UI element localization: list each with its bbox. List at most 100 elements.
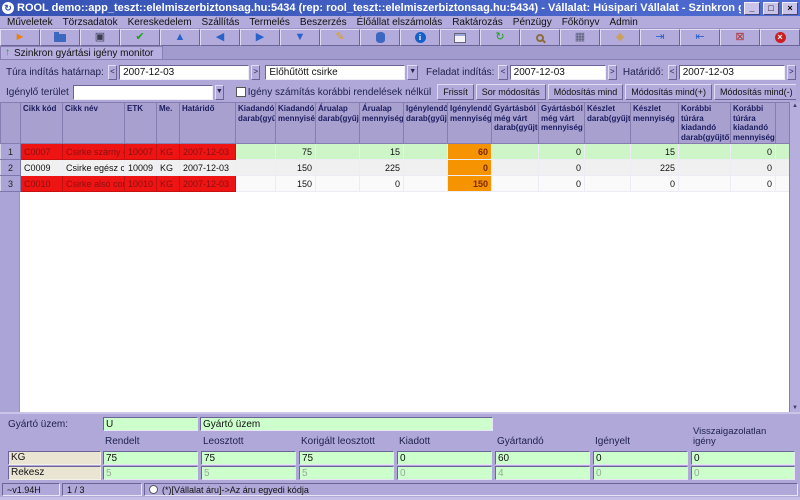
next-record-button[interactable]: ▶ <box>240 29 280 46</box>
kg-row-label: KG <box>8 451 101 465</box>
grid-close-button[interactable]: ⊠ <box>720 29 760 46</box>
col-etk: ETK <box>125 103 157 144</box>
refresh-button[interactable]: ↻ <box>480 29 520 46</box>
cell-igenylendo-darab <box>404 160 448 176</box>
cell-trailing <box>776 144 790 160</box>
kg-korigalt-field[interactable] <box>299 451 394 465</box>
menu-admin[interactable]: Admin <box>605 17 643 28</box>
save-button[interactable]: ▣ <box>80 29 120 46</box>
product-dropdown[interactable] <box>265 65 405 80</box>
row-number[interactable]: 3 <box>1 176 21 192</box>
rekesz-korigalt-field[interactable] <box>299 466 394 480</box>
search-button[interactable] <box>520 29 560 46</box>
tura-date-prev-button[interactable]: < <box>108 65 117 80</box>
vertical-scrollbar[interactable]: ▲ ▼ <box>789 102 800 412</box>
frissit-button[interactable]: Frissít <box>437 84 474 100</box>
first-record-button[interactable]: ▲ <box>160 29 200 46</box>
modositas-mind-plusz-button[interactable]: Módosítás mind(+) <box>625 84 712 100</box>
previous-record-button[interactable]: ◀ <box>200 29 240 46</box>
table-row[interactable]: 3 C0010 Csirke alsó comb eh. 10010 KG 20… <box>1 176 790 192</box>
check-icon: ✔ <box>135 32 144 43</box>
table-row[interactable]: 1 C0007 Csirke szárny eh. 10007 KG 2007-… <box>1 144 790 160</box>
igeny-szamitas-checkbox-label: Igény számítás korábbi rendelések nélkül <box>248 87 433 98</box>
menu-beszerzes[interactable]: Beszerzés <box>295 17 352 28</box>
feladat-date-field[interactable] <box>510 65 606 80</box>
kg-gyartando-field[interactable] <box>495 451 590 465</box>
rekesz-visszaigazolatlan-field[interactable] <box>691 466 795 480</box>
menu-torzsadatok[interactable]: Törzsadatok <box>58 17 123 28</box>
col-gyartasbol-vart-mennyiseg: Gyártásból még várt mennyiség <box>539 103 585 144</box>
close-screen-button[interactable]: × <box>760 29 800 46</box>
cell-hatarido: 2007-12-03 <box>180 176 236 192</box>
confirm-button[interactable]: ✔ <box>120 29 160 46</box>
info-button[interactable]: i <box>400 29 440 46</box>
col-keszlet-mennyiseg: Készlet mennyiség <box>631 103 679 144</box>
igeny-szamitas-checkbox[interactable] <box>236 87 246 97</box>
import-grid-button[interactable]: ⇤ <box>680 29 720 46</box>
maximize-button[interactable]: □ <box>763 2 779 15</box>
print-button[interactable]: ◆ <box>600 29 640 46</box>
col-arualap-darab: Árualap darab(gyűjtő) <box>316 103 360 144</box>
menu-termeles[interactable]: Termelés <box>244 17 295 28</box>
modositas-mind-minusz-button[interactable]: Módosítás mind(-) <box>714 84 796 100</box>
menu-eloallat-elszamolas[interactable]: Élőállat elszámolás <box>352 17 448 28</box>
cell-kiadando-mennyiseg: 150 <box>276 160 316 176</box>
menu-raktarozas[interactable]: Raktározás <box>447 17 508 28</box>
kg-visszaigazolatlan-field[interactable] <box>691 451 795 465</box>
hatarido-next-button[interactable]: > <box>787 65 796 80</box>
tura-date-next-button[interactable]: > <box>251 65 260 80</box>
database-icon <box>376 32 385 43</box>
grid-button[interactable]: ▦ <box>560 29 600 46</box>
gyarto-uzem-name-field[interactable] <box>200 417 493 431</box>
gyarto-uzem-code-field[interactable] <box>103 417 198 431</box>
scroll-up-icon[interactable]: ▲ <box>792 103 798 109</box>
igenylo-dropdown-arrow-icon[interactable]: ▼ <box>215 85 224 100</box>
menu-kereskedelem[interactable]: Kereskedelem <box>123 17 197 28</box>
rekesz-gyartando-field[interactable] <box>495 466 590 480</box>
row-number[interactable]: 2 <box>1 160 21 176</box>
tura-date-field[interactable] <box>119 65 249 80</box>
scroll-down-icon[interactable]: ▼ <box>792 405 798 411</box>
kg-igenyelt-field[interactable] <box>593 451 688 465</box>
cell-gyartasbol-vart-darab <box>492 160 539 176</box>
col-igenylendo-mennyiseg: Igénylendő mennyiség <box>448 103 492 144</box>
tab-szinkron-gyartasi-igeny-monitor[interactable]: ↑ Szinkron gyártási igény monitor <box>0 46 163 59</box>
last-record-button[interactable]: ▼ <box>280 29 320 46</box>
close-window-button[interactable]: × <box>782 2 798 15</box>
vallalat-aru-radio[interactable] <box>149 485 158 494</box>
rekesz-kiadott-field[interactable] <box>397 466 492 480</box>
row-number-header <box>1 103 21 144</box>
menu-fokonyv[interactable]: Főkönyv <box>557 17 605 28</box>
rekesz-rendelt-field[interactable] <box>103 466 198 480</box>
kg-rendelt-field[interactable] <box>103 451 198 465</box>
product-dropdown-arrow-icon[interactable]: ▼ <box>407 65 418 80</box>
modositas-mind-button[interactable]: Módosítás mind <box>548 84 624 100</box>
minimize-button[interactable]: _ <box>744 2 760 15</box>
kg-leosztott-field[interactable] <box>201 451 296 465</box>
cell-gyartasbol-vart-mennyiseg: 0 <box>539 176 585 192</box>
menu-muveletek[interactable]: Műveletek <box>2 17 58 28</box>
menu-penzugy[interactable]: Pénzügy <box>508 17 557 28</box>
row-number[interactable]: 1 <box>1 144 21 160</box>
menu-szallitas[interactable]: Szállítás <box>197 17 245 28</box>
edit-button[interactable]: ✎ <box>320 29 360 46</box>
igenylo-terulet-dropdown[interactable] <box>73 85 213 100</box>
hatarido-label: Határidő: <box>623 67 666 78</box>
database-button[interactable] <box>360 29 400 46</box>
sor-modositas-button[interactable]: Sor módosítás <box>476 84 546 100</box>
hatarido-prev-button[interactable]: < <box>668 65 677 80</box>
export-grid-button[interactable]: ⇥ <box>640 29 680 46</box>
table-row[interactable]: 2 C0009 Csirke egész comb eh. 10009 KG 2… <box>1 160 790 176</box>
rekesz-igenyelt-field[interactable] <box>593 466 688 480</box>
feladat-date-next-button[interactable]: > <box>608 65 617 80</box>
exit-button[interactable]: ► <box>0 29 40 46</box>
kg-kiadott-field[interactable] <box>397 451 492 465</box>
col-gyartasbol-vart-darab: Gyártásból még várt darab(gyűjtő) <box>492 103 539 144</box>
kiadott-label: Kiadott <box>399 436 430 447</box>
cell-arualap-darab <box>316 160 360 176</box>
feladat-date-prev-button[interactable]: < <box>498 65 507 80</box>
hatarido-field[interactable] <box>679 65 785 80</box>
rekesz-leosztott-field[interactable] <box>201 466 296 480</box>
form-button[interactable] <box>440 29 480 46</box>
open-button[interactable] <box>40 29 80 46</box>
